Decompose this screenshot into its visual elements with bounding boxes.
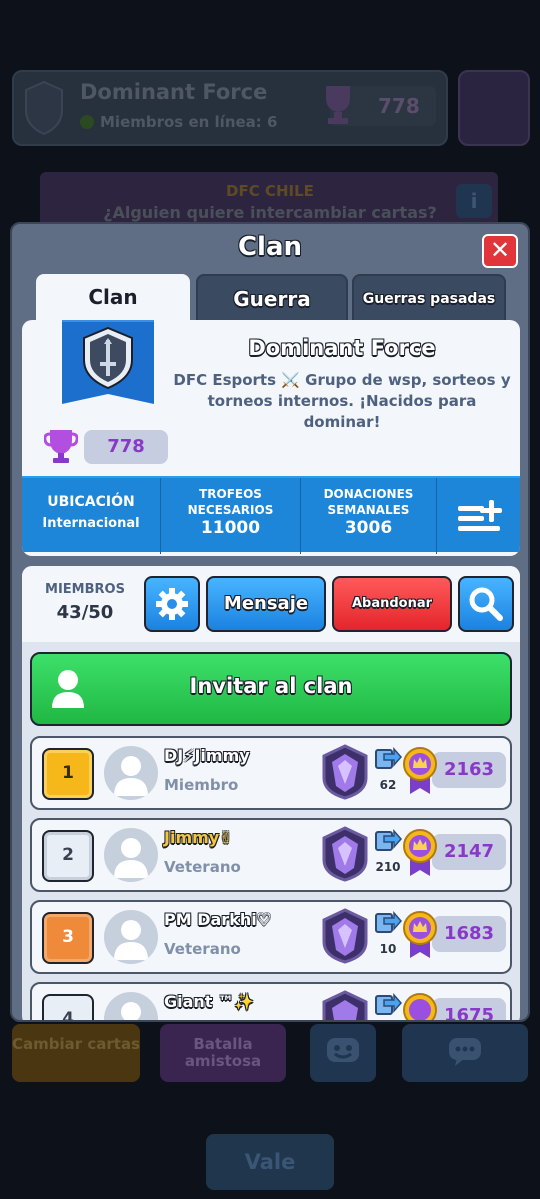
- members-panel: MIEMBROS 43/50 Mensaje Abandonar Invitar…: [22, 566, 520, 1020]
- emote-icon: [327, 1038, 359, 1062]
- avatar: [104, 828, 158, 882]
- background-ok-button: Vale: [206, 1134, 334, 1190]
- member-role: Veterano: [164, 858, 241, 876]
- member-row[interactable]: 3 PM Darkhi♡ Veterano 10 1683: [30, 900, 512, 974]
- invite-to-clan-label: Invitar al clan: [189, 674, 353, 698]
- donate-cards-icon: [375, 911, 402, 933]
- background-trophy-value: 778: [378, 94, 420, 118]
- stat-location-label: UBICACIÓN: [47, 494, 135, 510]
- stat-divider: [436, 478, 437, 554]
- crown-medal-icon: [403, 829, 437, 876]
- member-row[interactable]: 4 Giant ™✨ 1675: [30, 982, 512, 1020]
- crown-medal-icon: [403, 993, 437, 1020]
- member-rank: 2: [42, 830, 94, 882]
- arena-badge-icon: [322, 908, 368, 964]
- donate-cards-icon: [375, 747, 402, 769]
- member-name: PM Darkhi♡: [164, 910, 272, 929]
- member-name: Giant ™✨: [164, 992, 254, 1011]
- background-online-members: Miembros en línea: 6: [80, 113, 277, 131]
- member-row[interactable]: 1 DJ⚡Jimmy Miembro 62 2163: [30, 736, 512, 810]
- clan-name: Dominant Force: [248, 336, 436, 360]
- donate-cards-icon: [375, 829, 402, 851]
- members-label: MIEMBROS: [45, 582, 125, 597]
- clan-badge-icon[interactable]: [62, 320, 154, 416]
- arena-badge-icon: [322, 826, 368, 882]
- add-list-icon[interactable]: [456, 494, 506, 536]
- member-name: Jimmy✌: [164, 828, 233, 847]
- clan-info-card: 778 Dominant Force DFC Esports ⚔️ Grupo …: [22, 320, 520, 556]
- info-icon: i: [456, 184, 492, 218]
- avatar: [104, 746, 158, 800]
- gear-icon: [156, 588, 188, 620]
- member-rank: 1: [42, 748, 94, 800]
- stat-required-trophies: TROFEOS NECESARIOS 11000: [161, 478, 300, 554]
- members-count: 43/50: [56, 602, 114, 623]
- trophy-icon: [326, 86, 350, 124]
- member-trophies: 2147: [432, 834, 506, 870]
- background-online-label: Miembros en línea: 6: [100, 113, 278, 131]
- stat-donations-label-1: DONACIONES: [323, 487, 414, 501]
- modal-title: Clan: [237, 232, 303, 262]
- online-dot-icon: [80, 115, 94, 129]
- member-trophies: 1683: [432, 916, 506, 952]
- search-button[interactable]: [458, 576, 514, 632]
- member-rank: 4: [42, 994, 94, 1020]
- background-emote-button: [310, 1024, 376, 1082]
- member-trophies: 2163: [432, 752, 506, 788]
- clan-modal: Clan ✕ Clan Guerra Guerras pasadas 778 D…: [10, 222, 530, 1022]
- stat-required-value: 11000: [200, 518, 261, 538]
- tab-war[interactable]: Guerra: [196, 274, 348, 322]
- avatar: [104, 910, 158, 964]
- crown-medal-icon: [403, 911, 437, 958]
- stat-donations-label-2: SEMANALES: [327, 503, 410, 517]
- background-friendly-battle-button: Batalla amistosa: [160, 1024, 286, 1082]
- arena-badge-icon: [322, 744, 368, 800]
- leave-button[interactable]: Abandonar: [332, 576, 452, 632]
- background-friendly-battle-label: Batalla amistosa: [184, 1035, 262, 1070]
- tab-past-wars[interactable]: Guerras pasadas: [352, 274, 506, 322]
- avatar: [104, 992, 158, 1020]
- tab-clan[interactable]: Clan: [36, 274, 190, 322]
- member-rank: 3: [42, 912, 94, 964]
- avatar-person-icon: [114, 838, 148, 878]
- clan-trophy-count: 778: [84, 430, 168, 464]
- stat-location-value: Internacional: [42, 516, 140, 531]
- stat-donations-value: 3006: [344, 518, 393, 538]
- background-trade-cards-button: Cambiar cartas: [12, 1024, 140, 1082]
- avatar-person-icon: [114, 920, 148, 960]
- clan-description: DFC Esports ⚔️ Grupo de wsp, sorteos y t…: [173, 371, 511, 431]
- chat-icon: [449, 1038, 481, 1066]
- member-row[interactable]: 2 Jimmy✌ Veterano 210 2147: [30, 818, 512, 892]
- stat-weekly-donations: DONACIONES SEMANALES 3006: [301, 478, 436, 554]
- member-name: DJ⚡Jimmy: [164, 746, 250, 765]
- donate-cards-icon: [375, 993, 402, 1015]
- close-button[interactable]: ✕: [482, 234, 518, 268]
- clan-stats-bar: UBICACIÓN Internacional TROFEOS NECESARI…: [22, 476, 520, 554]
- message-button[interactable]: Mensaje: [206, 576, 326, 632]
- stat-required-label-2: NECESARIOS: [187, 503, 274, 517]
- settings-button[interactable]: [144, 576, 200, 632]
- background-chat-button: [402, 1024, 528, 1082]
- search-icon: [469, 587, 503, 621]
- background-war-badge-button: [458, 70, 530, 146]
- member-role: Miembro: [164, 776, 239, 794]
- crown-medal-icon: [403, 747, 437, 794]
- trophy-icon: [44, 430, 78, 463]
- background-clan-name: Dominant Force: [80, 80, 268, 104]
- avatar-person-icon: [114, 756, 148, 796]
- member-role: Veterano: [164, 940, 241, 958]
- stat-required-label-1: TROFEOS: [199, 487, 262, 501]
- arena-badge-icon: [322, 990, 368, 1020]
- invite-to-clan-button[interactable]: Invitar al clan: [30, 652, 512, 726]
- avatar-person-icon: [121, 1002, 141, 1020]
- stat-location: UBICACIÓN Internacional: [22, 478, 160, 554]
- background-trade-cards-label: Cambiar cartas: [12, 1035, 141, 1053]
- member-trophies: 1675: [432, 998, 506, 1020]
- clan-shield-icon: [25, 80, 63, 136]
